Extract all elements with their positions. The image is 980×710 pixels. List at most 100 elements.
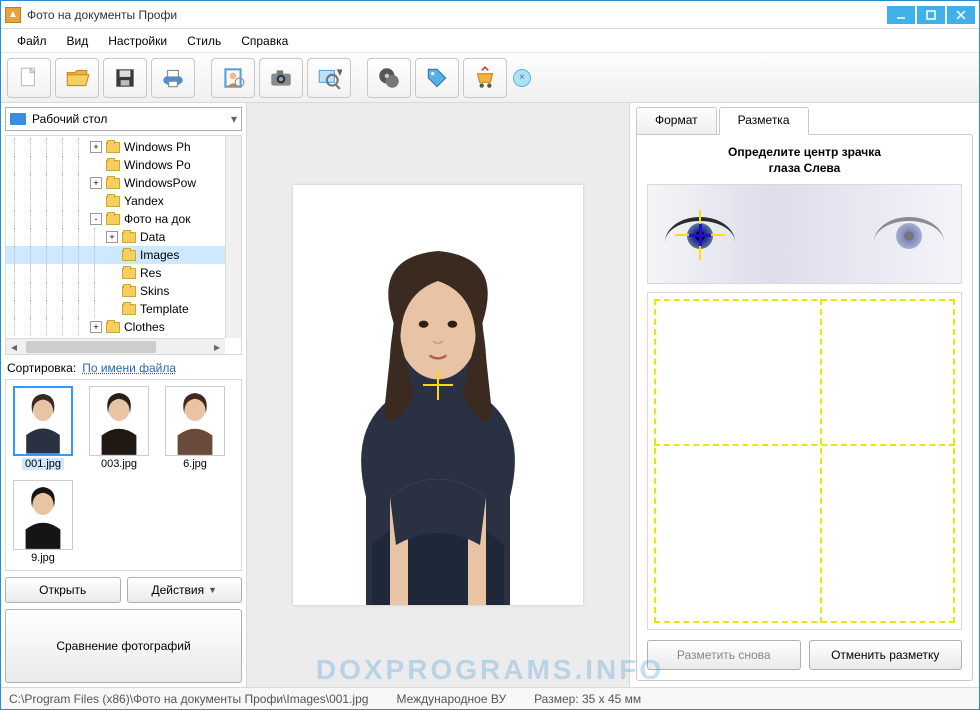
scroll-right-button[interactable]: ▸ xyxy=(209,339,225,355)
new-button[interactable] xyxy=(7,58,51,98)
photo-canvas[interactable] xyxy=(293,185,583,605)
thumbnail-image xyxy=(165,386,225,456)
cancel-markup-button[interactable]: Отменить разметку xyxy=(809,640,963,670)
folder-icon xyxy=(106,160,120,171)
tree-item[interactable]: + WindowsPow xyxy=(6,174,241,192)
left-panel: Рабочий стол ▾ + Windows Ph Windows Po + Win… xyxy=(1,103,247,687)
tab-format[interactable]: Формат xyxy=(636,107,717,135)
menubar: Файл Вид Настройки Стиль Справка xyxy=(1,29,979,53)
save-button[interactable] xyxy=(103,58,147,98)
menu-settings[interactable]: Настройки xyxy=(98,31,177,51)
tree-item[interactable]: Skins xyxy=(6,282,241,300)
folder-icon xyxy=(122,304,136,315)
folder-tree: + Windows Ph Windows Po + WindowsPow Yandex -Ф… xyxy=(5,135,242,355)
chevron-down-icon: ▾ xyxy=(231,112,237,126)
close-button[interactable] xyxy=(947,6,975,24)
thumbnail-list: 001.jpg 003.jpg 6.jpg 9.jpg xyxy=(5,379,242,571)
tree-label: Template xyxy=(140,302,189,316)
sort-label: Сортировка: xyxy=(7,361,76,375)
editor-canvas-area xyxy=(247,103,629,687)
desktop-icon xyxy=(10,113,26,125)
menu-style[interactable]: Стиль xyxy=(177,31,231,51)
tree-label: Windows Ph xyxy=(124,140,191,154)
tree-label: Images xyxy=(140,248,179,262)
menu-view[interactable]: Вид xyxy=(57,31,99,51)
folder-icon xyxy=(106,196,120,207)
folder-icon xyxy=(106,142,120,153)
tree-item[interactable]: Res xyxy=(6,264,241,282)
tree-horizontal-scrollbar[interactable]: ◂ ▸ xyxy=(6,338,225,354)
maximize-button[interactable] xyxy=(917,6,945,24)
tree-item[interactable]: Yandex xyxy=(6,192,241,210)
zoom-button[interactable]: ▾ xyxy=(307,58,351,98)
drive-selector[interactable]: Рабочий стол ▾ xyxy=(5,107,242,131)
guide-right-eye xyxy=(877,221,941,251)
open-button[interactable] xyxy=(55,58,99,98)
app-icon: ▲ xyxy=(5,7,21,23)
thumbnail-item[interactable]: 001.jpg xyxy=(12,386,74,470)
status-size: Размер: 35 x 45 мм xyxy=(534,692,655,706)
tree-toggle-icon[interactable]: + xyxy=(106,231,118,243)
tree-toggle-icon[interactable]: + xyxy=(90,177,102,189)
tree-item[interactable]: -Фото на док xyxy=(6,210,241,228)
markup-preview-grid[interactable] xyxy=(647,292,962,630)
tree-label: WindowsPow xyxy=(124,176,196,190)
tree-item[interactable]: Images xyxy=(6,246,241,264)
reset-button[interactable]: × xyxy=(513,69,531,87)
tree-toggle-icon[interactable]: + xyxy=(90,321,102,333)
tag-button[interactable] xyxy=(415,58,459,98)
scroll-thumb[interactable] xyxy=(26,341,156,353)
thumbnail-item[interactable]: 6.jpg xyxy=(164,386,226,470)
tree-item[interactable]: Template xyxy=(6,300,241,318)
titlebar: ▲ Фото на документы Профи xyxy=(1,1,979,29)
chevron-down-icon: ▼ xyxy=(208,585,217,595)
tree-toggle-icon[interactable]: - xyxy=(90,213,102,225)
statusbar: C:\Program Files (x86)\Фото на документы… xyxy=(1,687,979,709)
sort-mode-link[interactable]: По имени файла xyxy=(82,361,176,375)
record-button[interactable] xyxy=(367,58,411,98)
thumbnail-image xyxy=(89,386,149,456)
thumbnail-label: 003.jpg xyxy=(101,458,137,470)
thumbnail-item[interactable]: 9.jpg xyxy=(12,480,74,564)
drive-label: Рабочий стол xyxy=(32,112,107,126)
open-file-button[interactable]: Открыть xyxy=(5,577,121,603)
remark-button[interactable]: Разметить снова xyxy=(647,640,801,670)
tree-label: Windows Po xyxy=(124,158,191,172)
tree-label: Clothes xyxy=(124,320,165,334)
menu-help[interactable]: Справка xyxy=(231,31,298,51)
folder-icon xyxy=(122,250,136,261)
thumbnail-label: 001.jpg xyxy=(22,458,64,470)
menu-file[interactable]: Файл xyxy=(7,31,57,51)
folder-icon xyxy=(122,286,136,297)
tree-label: Yandex xyxy=(124,194,164,208)
folder-icon xyxy=(122,232,136,243)
compare-photos-button[interactable]: Сравнение фотографий xyxy=(5,609,242,683)
thumbnail-item[interactable]: 003.jpg xyxy=(88,386,150,470)
tree-item[interactable]: + Clothes xyxy=(6,318,241,336)
markup-heading: Определите центр зрачка глаза Слева xyxy=(647,145,962,176)
thumbnail-image xyxy=(13,480,73,550)
tree-item[interactable]: Windows Po xyxy=(6,156,241,174)
camera-button[interactable] xyxy=(259,58,303,98)
actions-label: Действия xyxy=(152,583,205,597)
scroll-left-button[interactable]: ◂ xyxy=(6,339,22,355)
svg-text:▾: ▾ xyxy=(337,65,342,79)
tree-item[interactable]: + Data xyxy=(6,228,241,246)
thumbnail-label: 9.jpg xyxy=(31,552,55,564)
tab-markup[interactable]: Разметка xyxy=(719,107,809,135)
tree-toggle-icon[interactable]: + xyxy=(90,141,102,153)
toolbar: ▾ × xyxy=(1,53,979,103)
app-title: Фото на документы Профи xyxy=(27,8,887,22)
tree-item[interactable]: + Windows Ph xyxy=(6,138,241,156)
print-button[interactable] xyxy=(151,58,195,98)
crop-portrait-button[interactable] xyxy=(211,58,255,98)
tree-label: Data xyxy=(140,230,165,244)
markup-heading-l2: глаза Слева xyxy=(647,161,962,177)
tree-label: Res xyxy=(140,266,161,280)
cart-button[interactable] xyxy=(463,58,507,98)
actions-button[interactable]: Действия ▼ xyxy=(127,577,243,603)
thumbnail-label: 6.jpg xyxy=(183,458,207,470)
thumbnail-image xyxy=(13,386,73,456)
tree-vertical-scrollbar[interactable] xyxy=(225,136,241,338)
minimize-button[interactable] xyxy=(887,6,915,24)
